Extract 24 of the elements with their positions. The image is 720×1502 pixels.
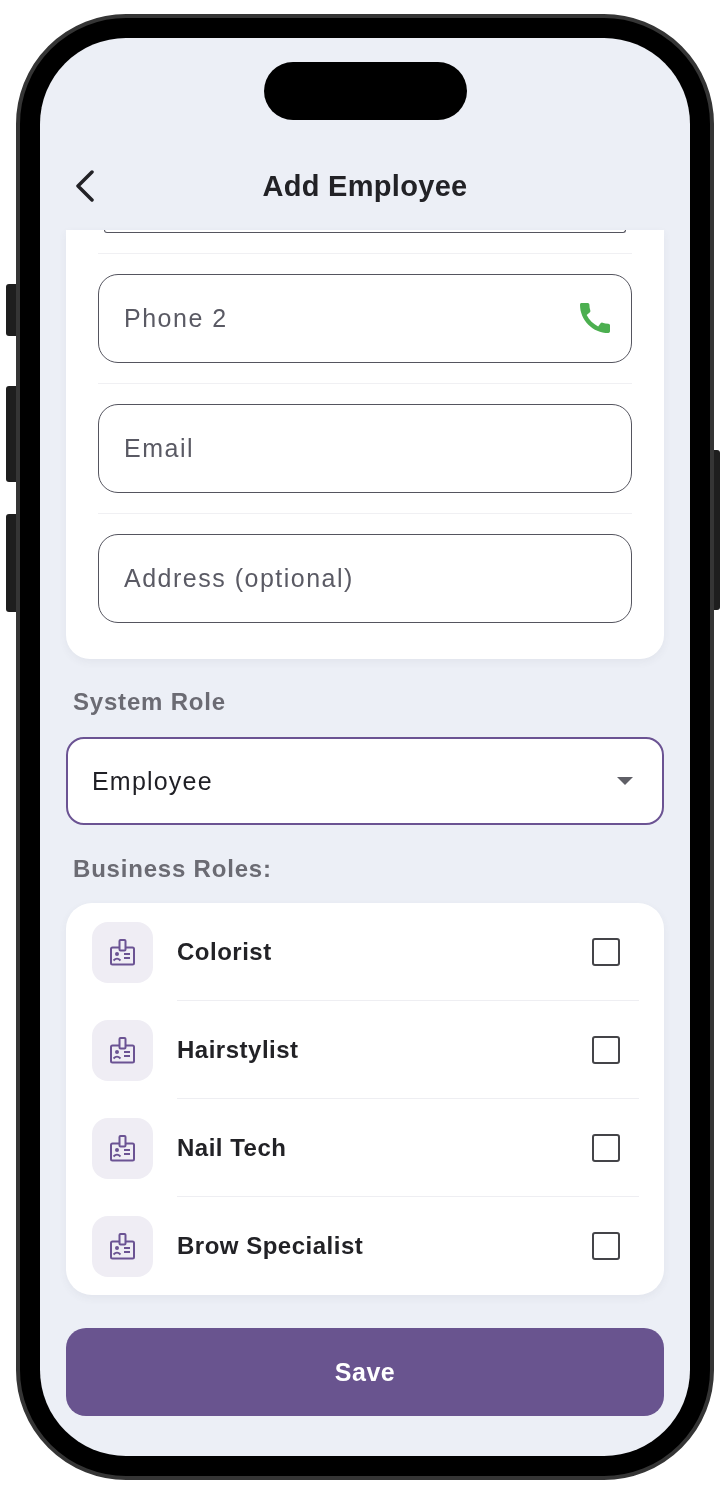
save-button[interactable]: Save <box>66 1328 664 1416</box>
caret-icon <box>617 777 633 785</box>
phone-icon <box>580 303 610 333</box>
input-field[interactable]: Phone 2 <box>98 274 632 363</box>
section-label: System Role <box>73 689 227 715</box>
checkbox[interactable] <box>592 1035 620 1064</box>
role-name: Nail Tech <box>177 1133 287 1162</box>
role-name: Brow Specialist <box>177 1232 364 1260</box>
checkbox[interactable] <box>592 1133 620 1162</box>
input-field[interactable] <box>104 230 626 233</box>
badge-icon <box>92 1117 153 1179</box>
input-field[interactable]: Address (optional) <box>98 534 632 623</box>
badge-icon <box>92 1019 153 1081</box>
screen-title: Add Employee <box>262 169 468 203</box>
role-name: Hairstylist <box>177 1035 299 1064</box>
checkbox[interactable] <box>592 937 620 966</box>
back-icon[interactable] <box>75 170 95 202</box>
badge-icon <box>92 921 153 983</box>
role-name: Colorist <box>177 937 272 966</box>
section-label: Business Roles: <box>73 856 273 882</box>
badge-icon <box>92 1215 153 1277</box>
role-dropdown[interactable]: Employee <box>66 737 664 825</box>
checkbox[interactable] <box>592 1232 620 1260</box>
input-field[interactable]: Email <box>98 404 632 493</box>
